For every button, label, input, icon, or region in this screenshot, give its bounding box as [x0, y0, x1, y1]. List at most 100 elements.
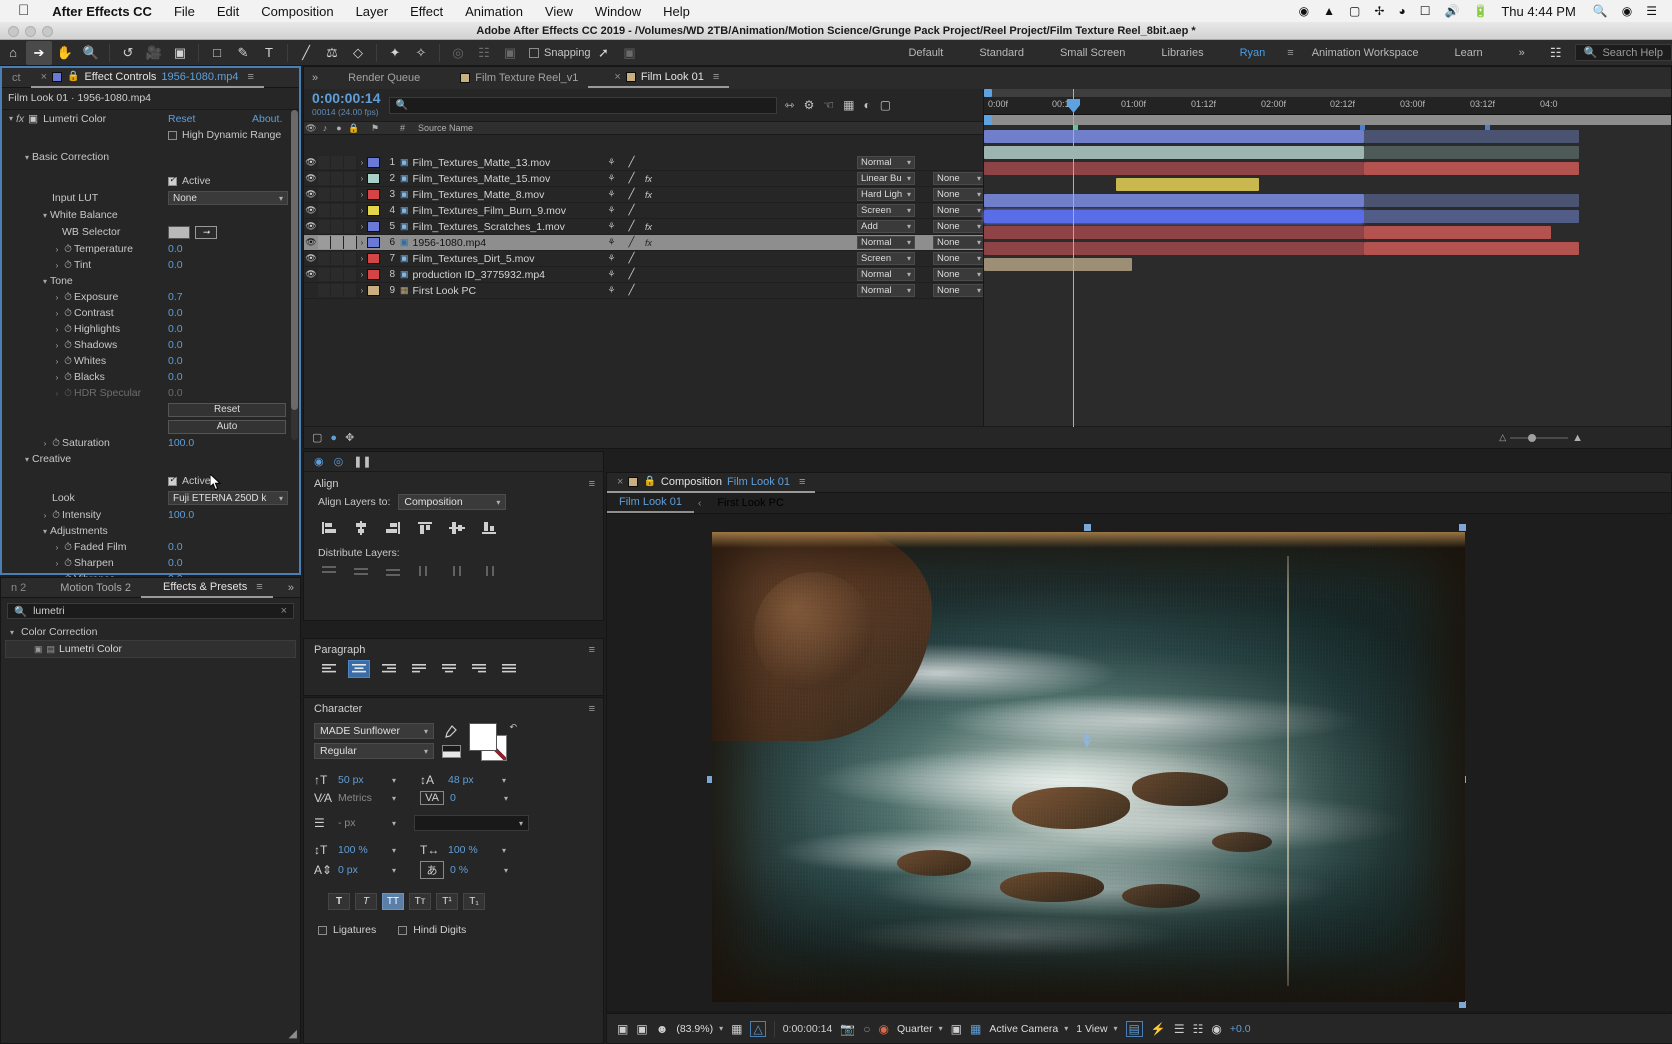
- timeline-timecode[interactable]: 0:00:00:14 00014 (24.00 fps): [312, 91, 381, 119]
- layer-audio-cell[interactable]: [318, 252, 331, 265]
- close-window-button[interactable]: [8, 26, 19, 37]
- motion-blur-icon[interactable]: ▢: [880, 98, 891, 112]
- horizontal-scale-dropdown-icon[interactable]: ▾: [494, 846, 514, 855]
- blend-mode-dropdown[interactable]: Screen▾: [857, 252, 915, 265]
- layer-audio-cell[interactable]: [318, 172, 331, 185]
- look-dropdown[interactable]: Fuji ETERNA 250D k ▾: [168, 491, 288, 505]
- layer-lock-cell[interactable]: [344, 188, 357, 201]
- layer-label-color[interactable]: [367, 269, 380, 280]
- display-icon[interactable]: ▲: [1316, 4, 1342, 18]
- snapping-toggle[interactable]: Snapping: [529, 47, 591, 59]
- table-row[interactable]: 👁 › 1 ▣ Film_Textures_Matte_13.mov ⚘ ╱ N…: [304, 155, 985, 171]
- layer-label-color[interactable]: [367, 157, 380, 168]
- layer-visibility-icon[interactable]: 👁: [304, 221, 318, 232]
- ligatures-toggle[interactable]: Ligatures: [318, 924, 376, 936]
- timeline-zoom-slider[interactable]: △ ▲: [1499, 432, 1583, 444]
- layer-bar[interactable]: [1116, 178, 1259, 191]
- show-snapshot-icon[interactable]: ○: [863, 1022, 870, 1036]
- expand-intensity-icon[interactable]: ›: [40, 511, 50, 520]
- quality-slash-icon[interactable]: ╱: [623, 205, 641, 216]
- stroke-width-value[interactable]: - px: [338, 817, 380, 829]
- motion-tool-3-icon[interactable]: ❚❚: [353, 455, 371, 468]
- clear-search-icon[interactable]: ×: [281, 605, 287, 617]
- layer-label-color[interactable]: [367, 221, 380, 232]
- spotlight-icon[interactable]: 🔍: [1586, 4, 1615, 18]
- stroke-width-dropdown-icon[interactable]: ▾: [384, 819, 404, 828]
- parent-pick-icon[interactable]: ⚘: [601, 157, 623, 168]
- layer-solo-cell[interactable]: [331, 156, 344, 169]
- panel-menu-icon[interactable]: ≡: [589, 478, 595, 490]
- parent-pick-icon[interactable]: ⚘: [601, 189, 623, 200]
- effect-reset-button[interactable]: Reset: [168, 113, 195, 125]
- layer-label-color[interactable]: [367, 285, 380, 296]
- tab-project-partial[interactable]: ct: [2, 68, 31, 88]
- expand-adjustments-icon[interactable]: ▾: [40, 527, 50, 536]
- wifi-icon[interactable]: ◕: [1391, 4, 1412, 18]
- lock-icon[interactable]: 🔒: [67, 71, 79, 82]
- selection-tool-icon[interactable]: ➔: [26, 41, 52, 65]
- minimize-window-button[interactable]: [25, 26, 36, 37]
- composition-timecode[interactable]: 0:00:00:14: [783, 1023, 833, 1035]
- expand-layer-icon[interactable]: ›: [357, 206, 367, 215]
- expand-category-icon[interactable]: ▾: [7, 628, 17, 637]
- hand-tool-icon[interactable]: ✋: [52, 41, 78, 65]
- tab-composition[interactable]: × 🔒 Composition Film Look 01 ≡: [607, 473, 815, 493]
- quality-slash-icon[interactable]: ╱: [623, 253, 641, 264]
- layer-lock-cell[interactable]: [344, 268, 357, 281]
- menu-item-window[interactable]: Window: [584, 4, 652, 19]
- stopwatch-sharpen-icon[interactable]: ⏱: [62, 558, 74, 569]
- section-tone[interactable]: ▾ Tone: [2, 273, 299, 289]
- selection-handle-top[interactable]: [1084, 524, 1091, 531]
- camera-tool-icon[interactable]: 🎥: [141, 41, 167, 65]
- toggle-switches-modes-icon[interactable]: ▢: [312, 431, 322, 444]
- composition-viewer[interactable]: [607, 514, 1672, 1011]
- menu-item-edit[interactable]: Edit: [206, 4, 250, 19]
- param-value-blacks[interactable]: 0.0: [168, 371, 183, 383]
- draft-3d-icon[interactable]: ⚙: [804, 98, 815, 112]
- stopwatch-contrast-icon[interactable]: ⏱: [62, 308, 74, 319]
- parent-pick-icon[interactable]: ⚘: [601, 237, 623, 248]
- trkmat-dropdown[interactable]: None▾: [933, 252, 985, 265]
- eyedropper-icon[interactable]: [442, 725, 461, 740]
- tracking-value[interactable]: 0: [450, 792, 492, 804]
- table-row[interactable]: 👁 › 9 ▦ First Look PC ⚘ ╱ Normal▾ None▾: [304, 283, 985, 299]
- layer-lock-cell[interactable]: [344, 284, 357, 297]
- graph-editor-icon[interactable]: ●: [330, 432, 337, 444]
- menu-item-view[interactable]: View: [534, 4, 584, 19]
- timeline-search-field[interactable]: 🔍: [389, 97, 777, 114]
- layer-bar-extension[interactable]: [1364, 162, 1579, 175]
- trkmat-dropdown[interactable]: None▾: [933, 172, 985, 185]
- align-right-icon[interactable]: [378, 660, 400, 678]
- expand-layer-icon[interactable]: ›: [357, 270, 367, 279]
- layer-name[interactable]: ▦ First Look PC: [400, 285, 601, 297]
- layer-visibility-icon[interactable]: 👁: [304, 269, 318, 280]
- layer-bar[interactable]: [984, 258, 1132, 271]
- layer-audio-cell[interactable]: [318, 204, 331, 217]
- align-layers-to-dropdown[interactable]: Composition ▾: [398, 494, 506, 510]
- view-tab-first-look-pc[interactable]: First Look PC: [705, 493, 796, 513]
- workspace-animation[interactable]: Animation Workspace: [1294, 47, 1437, 59]
- section-white-balance[interactable]: ▾ White Balance: [2, 207, 299, 223]
- tab-film-look-01[interactable]: × Film Look 01 ≡: [588, 68, 729, 88]
- toggle-transparency-grid-icon[interactable]: ▣: [951, 1022, 962, 1036]
- stopwatch-blacks-icon[interactable]: ⏱: [62, 372, 74, 383]
- panel-menu-icon[interactable]: ≡: [589, 703, 595, 715]
- align-center-v-icon[interactable]: [446, 519, 468, 537]
- layer-solo-cell[interactable]: [331, 204, 344, 217]
- hdr-checkbox[interactable]: [168, 131, 177, 140]
- blend-mode-dropdown[interactable]: Normal▾: [857, 284, 915, 297]
- menu-clock[interactable]: Thu 4:44 PM: [1495, 4, 1585, 19]
- expand-creative-icon[interactable]: ▾: [22, 455, 32, 464]
- justify-last-right-icon[interactable]: [468, 660, 490, 678]
- basic-active-checkbox[interactable]: [168, 177, 177, 186]
- layer-name[interactable]: ▣ production ID_3775932.mp4: [400, 269, 601, 281]
- work-area-start-handle[interactable]: [984, 89, 992, 97]
- vertical-scale-value[interactable]: 100 %: [338, 844, 380, 856]
- layer-visibility-icon[interactable]: 👁: [304, 173, 318, 184]
- swap-colors-icon[interactable]: ↶: [509, 722, 517, 733]
- tab-effect-controls[interactable]: × 🔒 Effect Controls 1956-1080.mp4 ≡: [31, 68, 264, 88]
- pen-tool-icon[interactable]: ✎: [230, 41, 256, 65]
- layer-visibility-icon[interactable]: 👁: [304, 205, 318, 216]
- layer-name[interactable]: ▣ Film_Textures_Dirt_5.mov: [400, 253, 601, 265]
- tab-film-texture-reel[interactable]: Film Texture Reel_v1: [430, 68, 588, 88]
